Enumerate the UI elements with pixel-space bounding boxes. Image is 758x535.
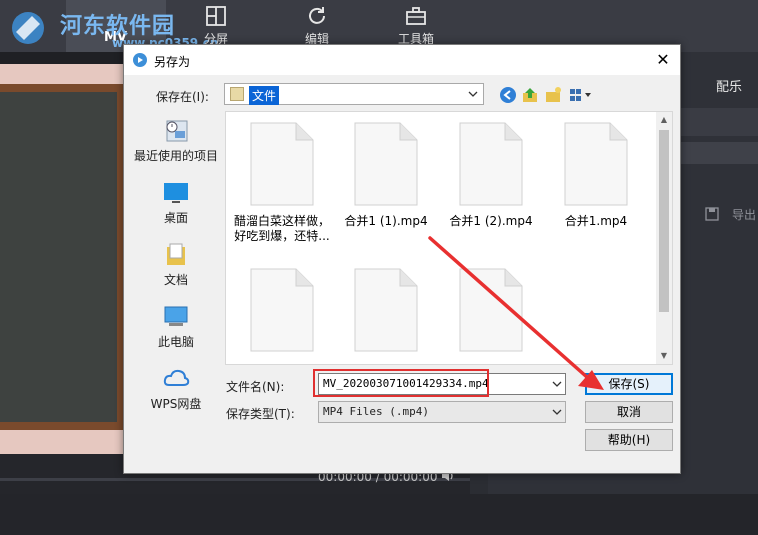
place-documents[interactable]: 文档: [130, 241, 222, 288]
timeline-strip: [0, 494, 758, 535]
scroll-up-icon[interactable]: ▲: [659, 115, 669, 125]
place-wps-cloud-label: WPS网盘: [150, 397, 202, 411]
cloud-icon: [163, 369, 190, 386]
place-documents-label: 文档: [163, 273, 188, 287]
file-icon: [250, 122, 314, 206]
split-screen-icon: [206, 6, 226, 26]
save-as-dialog: 另存为 ✕ 保存在(I): 文件 最近使用的项目 桌面 文档 此电脑 WPS网盘…: [123, 44, 681, 474]
export-button-label[interactable]: 导出: [732, 206, 756, 223]
scroll-down-icon[interactable]: ▼: [659, 351, 669, 361]
tab-music[interactable]: 配乐: [716, 76, 742, 95]
save-button[interactable]: 保存(S): [585, 373, 673, 395]
folder-icon: [230, 87, 244, 101]
save-in-label: 保存在(I):: [156, 90, 209, 104]
file-icon: [459, 268, 523, 352]
file-item[interactable]: 合并1 (1).mp4: [336, 122, 436, 229]
refresh-icon: [309, 7, 325, 24]
file-name: 醋溜白菜这样做，: [233, 214, 330, 228]
file-item[interactable]: [441, 268, 541, 360]
dialog-titlebar[interactable]: 另存为 ✕: [124, 45, 680, 75]
export-icon[interactable]: [704, 206, 720, 222]
place-computer-label: 此电脑: [157, 335, 194, 349]
file-name: 合并1 (1).mp4: [344, 214, 428, 228]
file-icon: [564, 122, 628, 206]
place-recent[interactable]: 最近使用的项目: [130, 117, 222, 164]
file-item[interactable]: 合并1 (2).mp4: [441, 122, 541, 229]
back-icon[interactable]: [499, 86, 517, 104]
app-icon: [133, 53, 147, 67]
file-list-scrollbar[interactable]: ▲ ▼: [656, 112, 672, 364]
toolbox-icon: [406, 7, 426, 25]
view-menu-icon[interactable]: [568, 86, 594, 104]
file-name: 合并1.mp4: [564, 214, 628, 228]
save-in-value: 文件: [249, 86, 280, 105]
save-in-dropdown[interactable]: 文件: [224, 83, 484, 105]
new-folder-icon[interactable]: [544, 86, 562, 104]
recent-icon: [166, 120, 188, 142]
filename-label: 文件名(N):: [226, 380, 285, 394]
watermark-logo-icon: [12, 12, 44, 44]
scrollbar-thumb[interactable]: [659, 130, 669, 312]
filetype-dropdown[interactable]: MP4 Files (.mp4): [318, 401, 566, 423]
desktop-icon: [164, 183, 188, 203]
chevron-down-icon[interactable]: [552, 379, 562, 389]
file-item[interactable]: 合并1.mp4: [546, 122, 646, 229]
file-icon: [250, 268, 314, 352]
filetype-label: 保存类型(T):: [226, 407, 295, 421]
up-folder-icon[interactable]: [521, 86, 539, 104]
file-item[interactable]: [232, 268, 332, 360]
file-name: 合并1 (2).mp4: [449, 214, 533, 228]
file-name: 好吃到爆，还特...: [234, 229, 330, 243]
places-bar: 最近使用的项目 桌面 文档 此电脑 WPS网盘: [130, 111, 222, 467]
file-item[interactable]: 醋溜白菜这样做， 好吃到爆，还特...: [232, 122, 332, 244]
dialog-title: 另存为: [154, 55, 191, 69]
help-button[interactable]: 帮助(H): [585, 429, 673, 451]
chevron-down-icon: [468, 91, 478, 97]
chevron-down-icon[interactable]: [552, 407, 562, 417]
place-desktop-label: 桌面: [163, 211, 188, 225]
file-item[interactable]: [336, 268, 436, 360]
place-desktop[interactable]: 桌面: [130, 179, 222, 226]
place-wps-cloud[interactable]: WPS网盘: [130, 365, 222, 412]
place-computer[interactable]: 此电脑: [130, 303, 222, 350]
cancel-button[interactable]: 取消: [585, 401, 673, 423]
file-icon: [354, 122, 418, 206]
file-icon: [459, 122, 523, 206]
place-recent-label: 最近使用的项目: [133, 149, 218, 163]
close-button[interactable]: ✕: [646, 45, 680, 75]
computer-icon: [164, 306, 188, 326]
filename-highlight-box: [313, 369, 489, 397]
file-icon: [354, 268, 418, 352]
preview-frame: [0, 64, 140, 454]
documents-icon: [167, 243, 185, 265]
file-list[interactable]: 醋溜白菜这样做， 好吃到爆，还特... 合并1 (1).mp4 合并1 (2).…: [225, 111, 673, 365]
